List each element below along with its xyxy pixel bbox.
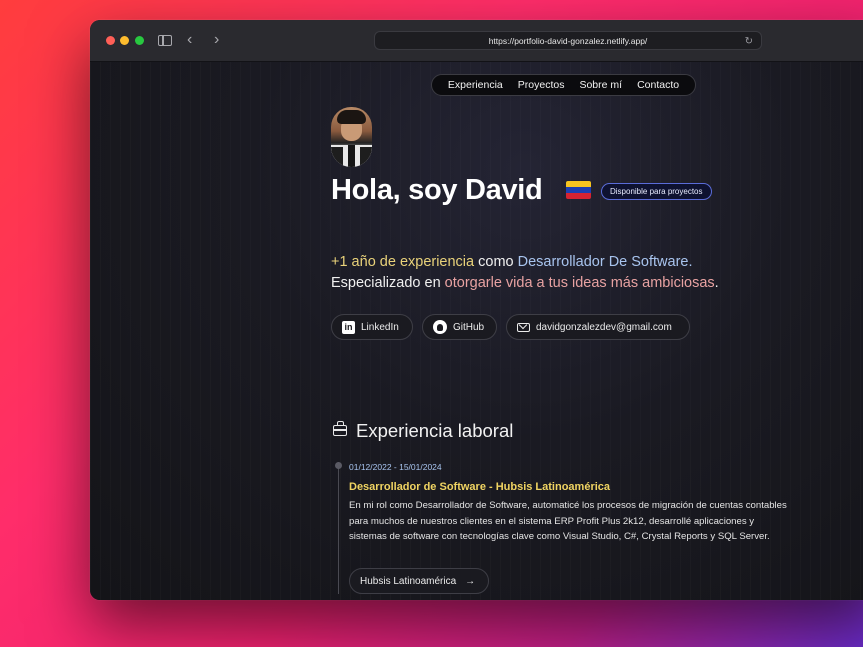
close-window-button[interactable] [106, 36, 115, 45]
venezuela-flag-icon [566, 181, 591, 199]
job-title: Desarrollador de Software - Hubsis Latin… [349, 481, 611, 493]
page-content: Experiencia Proyectos Sobre mí Contacto … [90, 62, 863, 600]
github-button[interactable]: GitHub [422, 314, 497, 340]
intro-especializado: Especializado en [331, 275, 445, 291]
intro-period: . [714, 275, 719, 291]
email-label: davidgonzalezdev@gmail.com [536, 321, 672, 333]
reload-icon[interactable]: ↻ [745, 32, 753, 51]
company-link-button[interactable]: Hubsis Latinoamérica → [349, 568, 489, 594]
intro-connector: como [474, 254, 518, 270]
availability-badge: Disponible para proyectos [601, 183, 712, 200]
github-label: GitHub [453, 321, 485, 333]
mail-icon [517, 322, 530, 332]
nav-item-proyectos[interactable]: Proyectos [518, 79, 565, 91]
timeline-line [338, 462, 339, 594]
browser-window: ‹ › https://portfolio-david-gonzalez.net… [90, 20, 863, 600]
job-description: En mi rol como Desarrollador de Software… [349, 500, 787, 542]
nav-item-sobre-mi[interactable]: Sobre mí [579, 79, 622, 91]
address-bar[interactable]: https://portfolio-david-gonzalez.netlify… [374, 31, 762, 50]
briefcase-icon [333, 421, 347, 436]
timeline-dot [335, 462, 342, 469]
intro-role: Desarrollador De Software. [517, 254, 693, 270]
email-button[interactable]: davidgonzalezdev@gmail.com [506, 314, 690, 340]
linkedin-label: LinkedIn [361, 321, 399, 333]
arrow-right-icon: → [465, 575, 476, 587]
job-date: 01/12/2022 - 15/01/2024 [349, 462, 442, 472]
experience-section-title: Experiencia laboral [356, 420, 514, 441]
intro-highlight: otorgarle vida a tus ideas más ambiciosa… [444, 275, 715, 291]
top-navigation: Experiencia Proyectos Sobre mí Contacto [431, 74, 696, 96]
experience-years: +1 año de experiencia [331, 254, 475, 270]
page-title: Hola, soy David [331, 174, 543, 206]
nav-item-contacto[interactable]: Contacto [637, 79, 679, 91]
intro-text: +1 año de experiencia como Desarrollador… [331, 252, 719, 294]
linkedin-icon: in [342, 320, 355, 334]
minimize-window-button[interactable] [120, 36, 129, 45]
github-icon [433, 320, 447, 334]
sidebar-toggle-icon[interactable] [158, 35, 172, 46]
avatar [331, 107, 372, 167]
linkedin-button[interactable]: in LinkedIn [331, 314, 413, 340]
back-arrow-icon[interactable]: ‹ [187, 31, 192, 49]
company-label: Hubsis Latinoamérica [360, 575, 457, 587]
url-text: https://portfolio-david-gonzalez.netlify… [488, 36, 648, 46]
maximize-window-button[interactable] [135, 36, 144, 45]
nav-item-experiencia[interactable]: Experiencia [448, 79, 503, 91]
browser-titlebar: ‹ › https://portfolio-david-gonzalez.net… [90, 20, 863, 62]
forward-arrow-icon[interactable]: › [214, 31, 219, 49]
